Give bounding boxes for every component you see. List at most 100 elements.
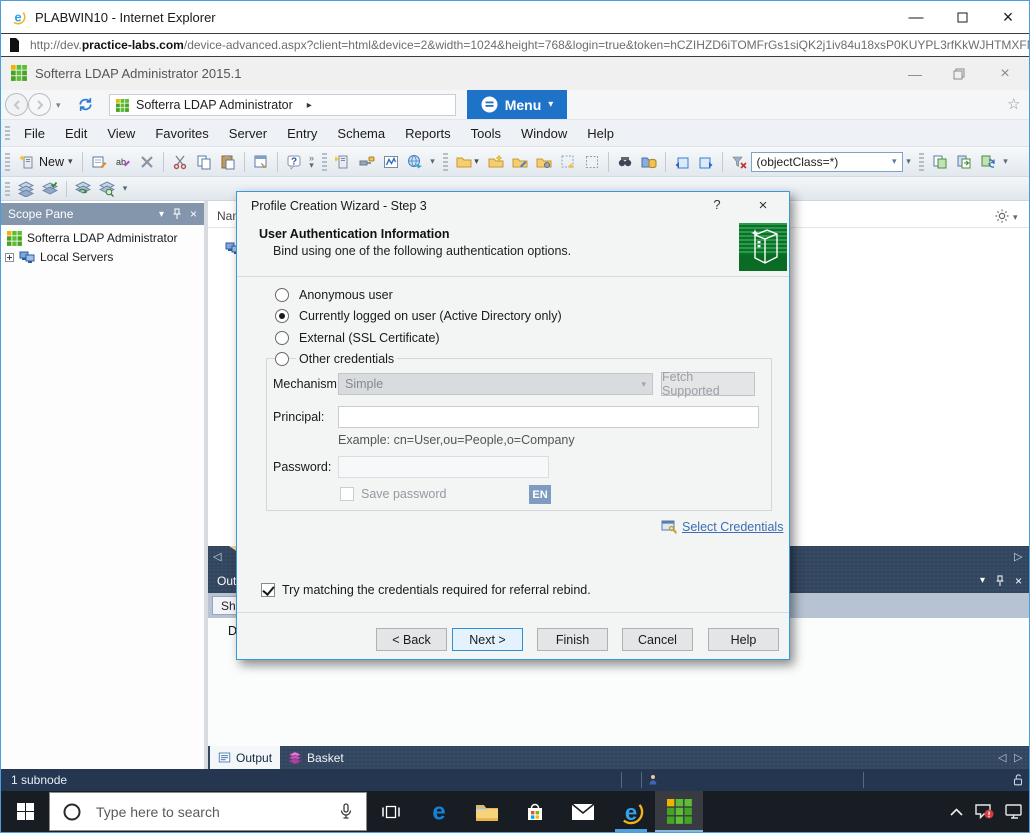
ie-minimize-button[interactable]: — [893, 1, 939, 33]
properties-icon[interactable] [249, 150, 273, 174]
profile-settings-icon[interactable] [532, 150, 556, 174]
radio-currently-logged-on[interactable]: Currently logged on user (Active Directo… [275, 308, 565, 324]
open-folder-button[interactable]: ▾ [452, 150, 484, 174]
chart-icon[interactable] [379, 150, 403, 174]
menu-file[interactable]: File [14, 126, 55, 141]
select-region-icon[interactable] [580, 150, 604, 174]
new-entry-button[interactable]: New ▾ [14, 154, 78, 170]
radio-circle[interactable] [275, 288, 289, 302]
menu-view[interactable]: View [97, 126, 145, 141]
start-button[interactable] [1, 791, 49, 832]
window-prev-icon[interactable] [670, 150, 694, 174]
edit-entry-icon[interactable] [87, 150, 111, 174]
tab-basket[interactable]: Basket [280, 746, 352, 769]
language-badge[interactable]: EN [529, 485, 551, 504]
pin-icon[interactable] [172, 208, 182, 220]
menu-window[interactable]: Window [511, 126, 577, 141]
new-profile-icon[interactable] [556, 150, 580, 174]
cancel-button[interactable]: Cancel [622, 628, 693, 651]
radio-circle[interactable] [275, 352, 289, 366]
filter-clear-icon[interactable] [727, 150, 751, 174]
scroll-right-icon[interactable]: ▷ [1014, 550, 1022, 563]
tab-output[interactable]: Output [210, 746, 281, 769]
toolbar-overflow[interactable]: ▾ [119, 184, 131, 193]
favorites-star-icon[interactable]: ☆ [1007, 95, 1020, 113]
file-explorer-icon[interactable] [463, 791, 511, 832]
tray-chevron-icon[interactable] [943, 791, 969, 832]
tree-item-root[interactable]: Softerra LDAP Administrator [7, 230, 204, 246]
globe-icon[interactable] [403, 150, 427, 174]
finish-button[interactable]: Finish [537, 628, 608, 651]
ie-close-button[interactable]: × [985, 1, 1029, 33]
help-button[interactable]: Help [708, 628, 779, 651]
rename-icon[interactable]: ab [111, 150, 135, 174]
app-close-button[interactable]: × [983, 57, 1027, 90]
open-profile-icon[interactable] [484, 150, 508, 174]
layers-refresh-icon[interactable] [71, 177, 95, 201]
principal-input[interactable] [338, 406, 759, 428]
address-caret-icon[interactable]: ▸ [307, 100, 312, 111]
layers-check-icon[interactable] [38, 177, 62, 201]
refresh-icon[interactable] [77, 96, 94, 113]
mail-icon[interactable] [559, 791, 607, 832]
taskbar-search[interactable]: Type here to search [49, 792, 367, 831]
delete-icon[interactable] [135, 150, 159, 174]
store-icon[interactable] [511, 791, 559, 832]
app-restore-button[interactable] [937, 57, 981, 90]
menu-server[interactable]: Server [219, 126, 277, 141]
copy-icon[interactable] [192, 150, 216, 174]
paste-icon[interactable] [216, 150, 240, 174]
checkbox[interactable] [261, 583, 275, 597]
task-view-button[interactable] [367, 791, 415, 832]
app-address-bar[interactable]: Softerra LDAP Administrator ▸ [109, 94, 456, 116]
dialog-close-button[interactable]: × [753, 197, 773, 214]
import-entries-icon[interactable] [952, 150, 976, 174]
nav-history-dropdown[interactable]: ▾ [56, 100, 61, 111]
ldap-taskbar-icon[interactable] [655, 791, 703, 832]
ie-taskbar-icon[interactable]: e [607, 791, 655, 832]
microphone-icon[interactable] [338, 802, 354, 821]
radio-circle[interactable] [275, 331, 289, 345]
toolbar-overflow[interactable]: ▾ [903, 157, 915, 166]
export-entries-icon[interactable] [928, 150, 952, 174]
nav-forward-button[interactable] [28, 93, 51, 116]
select-credentials-link[interactable]: Select Credentials [661, 518, 783, 535]
nav-back-button[interactable] [5, 93, 28, 116]
radio-other-credentials[interactable]: Other credentials [275, 351, 398, 367]
menu-button[interactable]: Menu ▾ [467, 90, 567, 119]
menu-edit[interactable]: Edit [55, 126, 97, 141]
radio-anonymous-user[interactable]: Anonymous user [275, 287, 396, 303]
window-next-icon[interactable] [694, 150, 718, 174]
tabs-scroll-right-icon[interactable]: ▷ [1014, 751, 1022, 764]
toolbar-overflow[interactable]: » ▾ [306, 153, 318, 169]
network-icon[interactable] [999, 791, 1029, 832]
edit-profile-icon[interactable] [508, 150, 532, 174]
filter-combobox[interactable]: (objectClass=*) ▾ [750, 151, 903, 172]
close-icon[interactable]: × [1015, 574, 1022, 588]
menu-favorites[interactable]: Favorites [145, 126, 218, 141]
output-dropdown-icon[interactable]: ▾ [980, 575, 985, 586]
gear-icon[interactable] [995, 209, 1009, 223]
ie-maximize-button[interactable] [939, 1, 985, 33]
search-icon[interactable] [613, 150, 637, 174]
connect-icon[interactable] [355, 150, 379, 174]
dialog-help-button[interactable]: ? [707, 197, 727, 212]
close-icon[interactable]: × [190, 207, 197, 221]
server-icon[interactable] [331, 150, 355, 174]
tabs-scroll-left-icon[interactable]: ◁ [998, 751, 1006, 764]
tree-item-local-servers[interactable]: Local Servers [5, 249, 204, 265]
help-icon[interactable]: ? [282, 150, 306, 174]
scope-dropdown-icon[interactable]: ▾ [159, 209, 164, 220]
layers-search-icon[interactable] [95, 177, 119, 201]
scroll-left-icon[interactable]: ◁ [213, 550, 221, 563]
layers-icon[interactable] [14, 177, 38, 201]
ie-url-bar[interactable]: http://dev.practice-labs.com/device-adva… [1, 33, 1029, 57]
app-minimize-button[interactable]: — [893, 57, 937, 90]
scope-pane[interactable]: Softerra LDAP Administrator Local Server… [1, 225, 204, 769]
expand-icon[interactable] [5, 252, 14, 262]
menu-reports[interactable]: Reports [395, 126, 461, 141]
radio-circle[interactable] [275, 309, 289, 323]
directory-browse-icon[interactable] [637, 150, 661, 174]
referral-rebind-checkbox[interactable]: Try matching the credentials required fo… [261, 583, 591, 597]
toolbar-overflow[interactable]: ▾ [1000, 157, 1012, 166]
